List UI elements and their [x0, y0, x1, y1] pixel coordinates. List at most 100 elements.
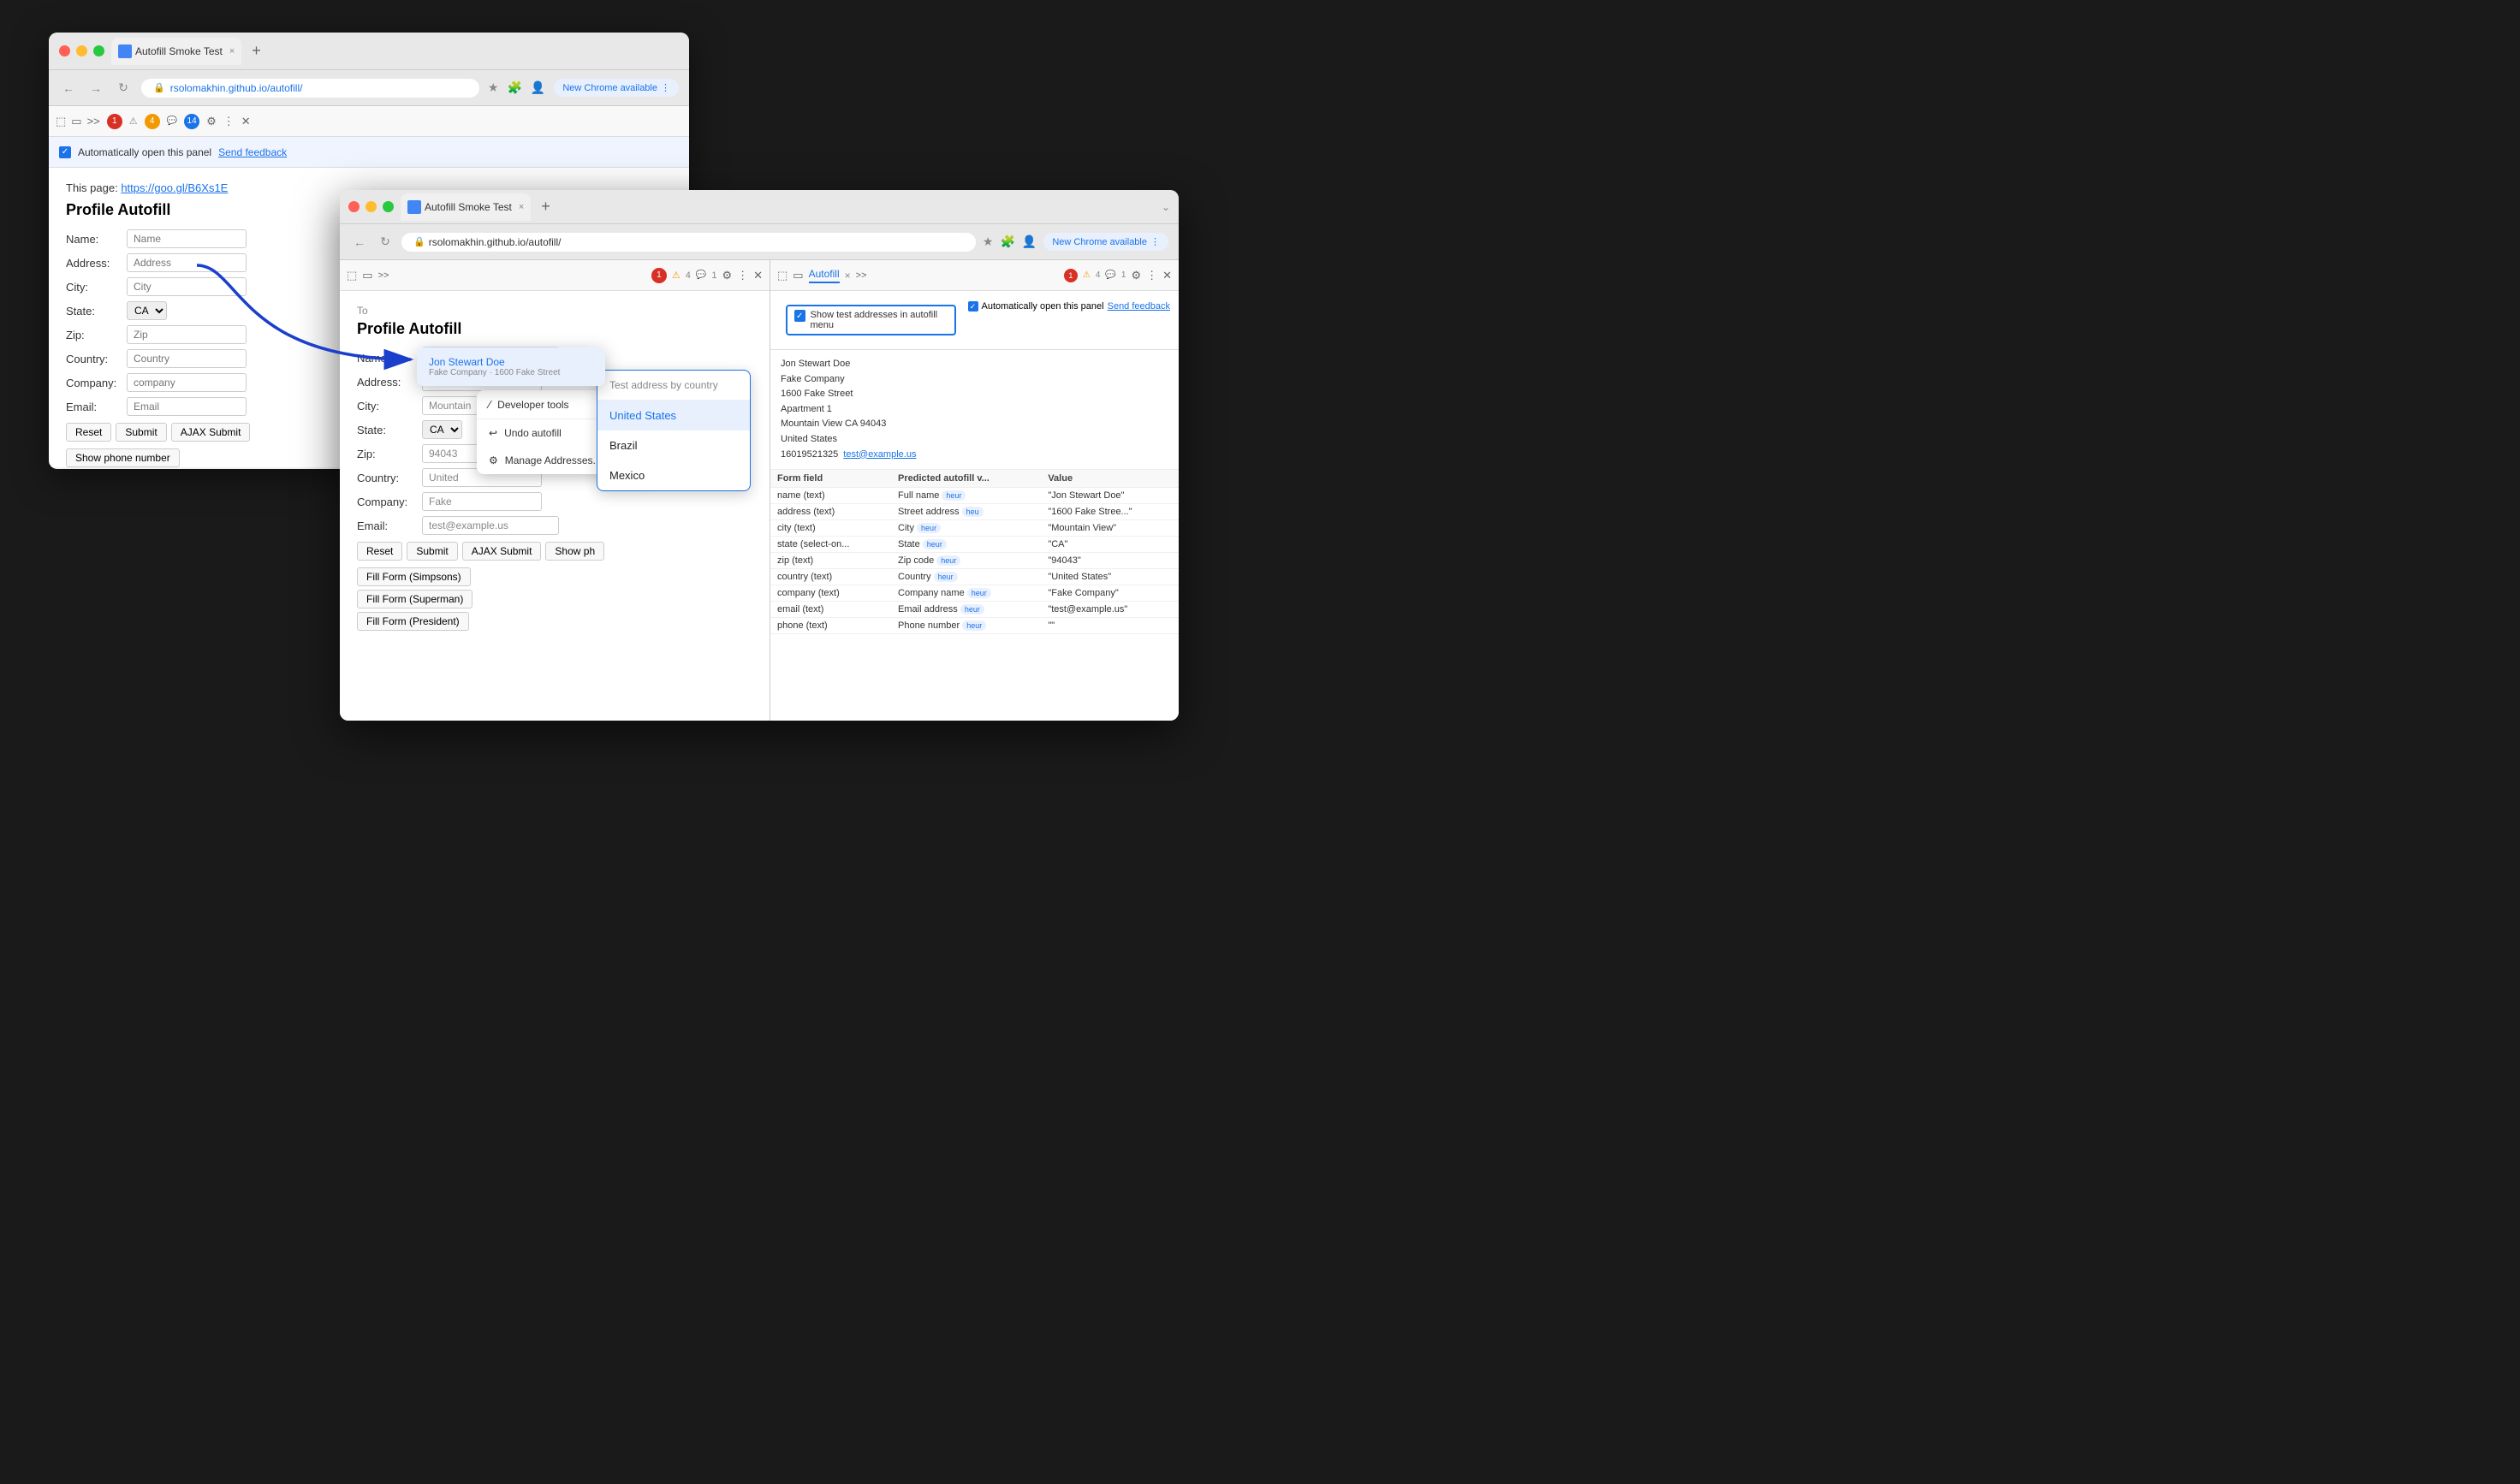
minimize-button[interactable]	[76, 45, 87, 56]
tab-close-icon-2[interactable]: ×	[519, 202, 524, 212]
maximize-button[interactable]	[93, 45, 104, 56]
goo-link[interactable]: https://goo.gl/B6Xs1E	[121, 181, 228, 194]
table-row: address (text)Street address heu"1600 Fa…	[770, 504, 1179, 520]
show-test-checkbox[interactable]: ✓	[794, 310, 805, 322]
device-icon[interactable]: ▭	[71, 115, 81, 128]
more-tools-2[interactable]: >>	[378, 270, 389, 281]
state-label: State:	[66, 305, 122, 318]
settings-icon-2[interactable]: ⚙	[722, 269, 732, 282]
name-input[interactable]	[127, 229, 247, 248]
new-tab-btn-2[interactable]: +	[541, 198, 550, 216]
profile-icon-2[interactable]: 👤	[1022, 234, 1037, 249]
extension-icon-2[interactable]: 🧩	[1000, 234, 1014, 249]
predicted-cell: Full name heur	[891, 488, 1041, 504]
more-tools-icon[interactable]: >>	[87, 115, 100, 128]
device-icon-2[interactable]: ▭	[362, 269, 372, 282]
show-phone-button-1[interactable]: Show phone number	[66, 448, 180, 467]
email-input-2[interactable]	[422, 516, 559, 535]
city-input[interactable]	[127, 277, 247, 296]
fill-president-2[interactable]: Fill Form (President)	[357, 612, 469, 631]
table-row: email (text)Email address heur"test@exam…	[770, 602, 1179, 618]
country-input[interactable]	[127, 349, 247, 368]
country-label: Country:	[66, 353, 122, 365]
table-row: country (text)Country heur"United States…	[770, 569, 1179, 585]
country-item-mexico[interactable]: Mexico	[597, 460, 750, 490]
tab-1[interactable]: Autofill Smoke Test ×	[111, 38, 241, 65]
close-devtools-2[interactable]: ✕	[753, 269, 763, 282]
reload-button[interactable]: ↻	[114, 80, 133, 95]
inspect-icon-3[interactable]: ⬚	[777, 269, 788, 282]
value-cell: "Mountain View"	[1041, 520, 1179, 537]
tab-favicon-2	[407, 200, 421, 214]
manage-icon: ⚙	[489, 454, 498, 466]
company-input-2[interactable]	[422, 492, 542, 511]
col-value: Value	[1041, 470, 1179, 488]
fill-simpsons-2[interactable]: Fill Form (Simpsons)	[357, 567, 471, 586]
settings-icon-3[interactable]: ⚙	[1131, 269, 1141, 282]
back-button[interactable]: ←	[59, 81, 78, 95]
state-select-2[interactable]: CA	[422, 420, 462, 439]
field-cell: city (text)	[770, 520, 891, 537]
submit-btn-2[interactable]: Submit	[407, 542, 457, 561]
country-item-brazil[interactable]: Brazil	[597, 430, 750, 460]
reset-button-1[interactable]: Reset	[66, 423, 111, 442]
tab-2[interactable]: Autofill Smoke Test ×	[401, 193, 531, 221]
autofill-suggestion-item[interactable]: Jon Stewart Doe Fake Company · 1600 Fake…	[417, 347, 605, 386]
show-phone-btn-2[interactable]: Show ph	[545, 542, 604, 561]
star-icon-2[interactable]: ★	[983, 234, 994, 249]
submit-button-1[interactable]: Submit	[116, 423, 166, 442]
tab-close-icon[interactable]: ×	[229, 46, 235, 56]
more-tabs-icon[interactable]: >>	[856, 270, 867, 281]
autofill-suggestion-dropdown[interactable]: Jon Stewart Doe Fake Company · 1600 Fake…	[417, 347, 605, 386]
max-btn-2[interactable]	[383, 201, 394, 212]
auto-open-label-2: Automatically open this panel	[982, 301, 1104, 312]
country-label-2: Country:	[357, 472, 417, 484]
new-chrome-badge[interactable]: New Chrome available ⋮	[554, 79, 679, 97]
device-icon-3[interactable]: ▭	[793, 269, 803, 282]
close-btn-2[interactable]	[348, 201, 360, 212]
ajax-submit-button-1[interactable]: AJAX Submit	[171, 423, 251, 442]
inspect-icon-2[interactable]: ⬚	[347, 269, 357, 282]
state-select[interactable]: CA	[127, 301, 167, 320]
autofill-tab[interactable]: Autofill	[809, 268, 840, 283]
new-chrome-badge-2[interactable]: New Chrome available ⋮	[1043, 233, 1168, 251]
reload-btn-2[interactable]: ↻	[376, 234, 395, 249]
zip-input[interactable]	[127, 325, 247, 344]
city-label: City:	[66, 281, 122, 294]
browser-window-2: Autofill Smoke Test × + ⌄ ← ↻ 🔒 rsolomak…	[340, 190, 1179, 721]
send-feedback-link[interactable]: Send feedback	[218, 146, 287, 158]
star-icon[interactable]: ★	[488, 80, 499, 95]
fill-superman-2[interactable]: Fill Form (Superman)	[357, 590, 472, 608]
addr-line-4: Apartment 1	[781, 402, 1168, 418]
url-box[interactable]: 🔒 rsolomakhin.github.io/autofill/	[141, 79, 479, 98]
close-autofill-tab[interactable]: ×	[845, 270, 851, 282]
address-input[interactable]	[127, 253, 247, 272]
forward-button[interactable]: →	[86, 81, 105, 95]
auto-open-checkbox[interactable]: ✓	[59, 146, 71, 158]
min-btn-2[interactable]	[366, 201, 377, 212]
new-tab-button[interactable]: +	[252, 42, 261, 60]
more-devtools-2[interactable]: ⋮	[737, 269, 748, 282]
company-input[interactable]	[127, 373, 247, 392]
close-devtools-icon[interactable]: ✕	[241, 115, 251, 128]
more-icon-3[interactable]: ⋮	[1146, 269, 1157, 282]
inspect-icon[interactable]: ⬚	[56, 115, 66, 128]
auto-open-checkbox-2[interactable]: ✓	[968, 301, 978, 312]
heur-badge: heur	[923, 539, 947, 549]
reset-btn-2[interactable]: Reset	[357, 542, 402, 561]
close-button[interactable]	[59, 45, 70, 56]
back-btn-2[interactable]: ←	[350, 235, 369, 249]
country-item-us[interactable]: United States	[597, 401, 750, 430]
profile-icon[interactable]: 👤	[531, 80, 545, 95]
ajax-btn-2[interactable]: AJAX Submit	[462, 542, 542, 561]
url-box-2[interactable]: 🔒 rsolomakhin.github.io/autofill/	[401, 233, 976, 252]
close-panel-icon[interactable]: ✕	[1162, 269, 1172, 282]
email-input[interactable]	[127, 397, 247, 416]
value-cell: "1600 Fake Stree..."	[1041, 504, 1179, 520]
devtools-icons: ⬚ ▭ >>	[56, 115, 100, 128]
extension-icon[interactable]: 🧩	[507, 80, 521, 95]
addr-phone: 16019521325	[781, 448, 838, 463]
settings-icon[interactable]: ⚙	[206, 115, 217, 128]
more-devtools-icon[interactable]: ⋮	[223, 115, 235, 128]
send-feedback-2[interactable]: Send feedback	[1108, 301, 1170, 312]
